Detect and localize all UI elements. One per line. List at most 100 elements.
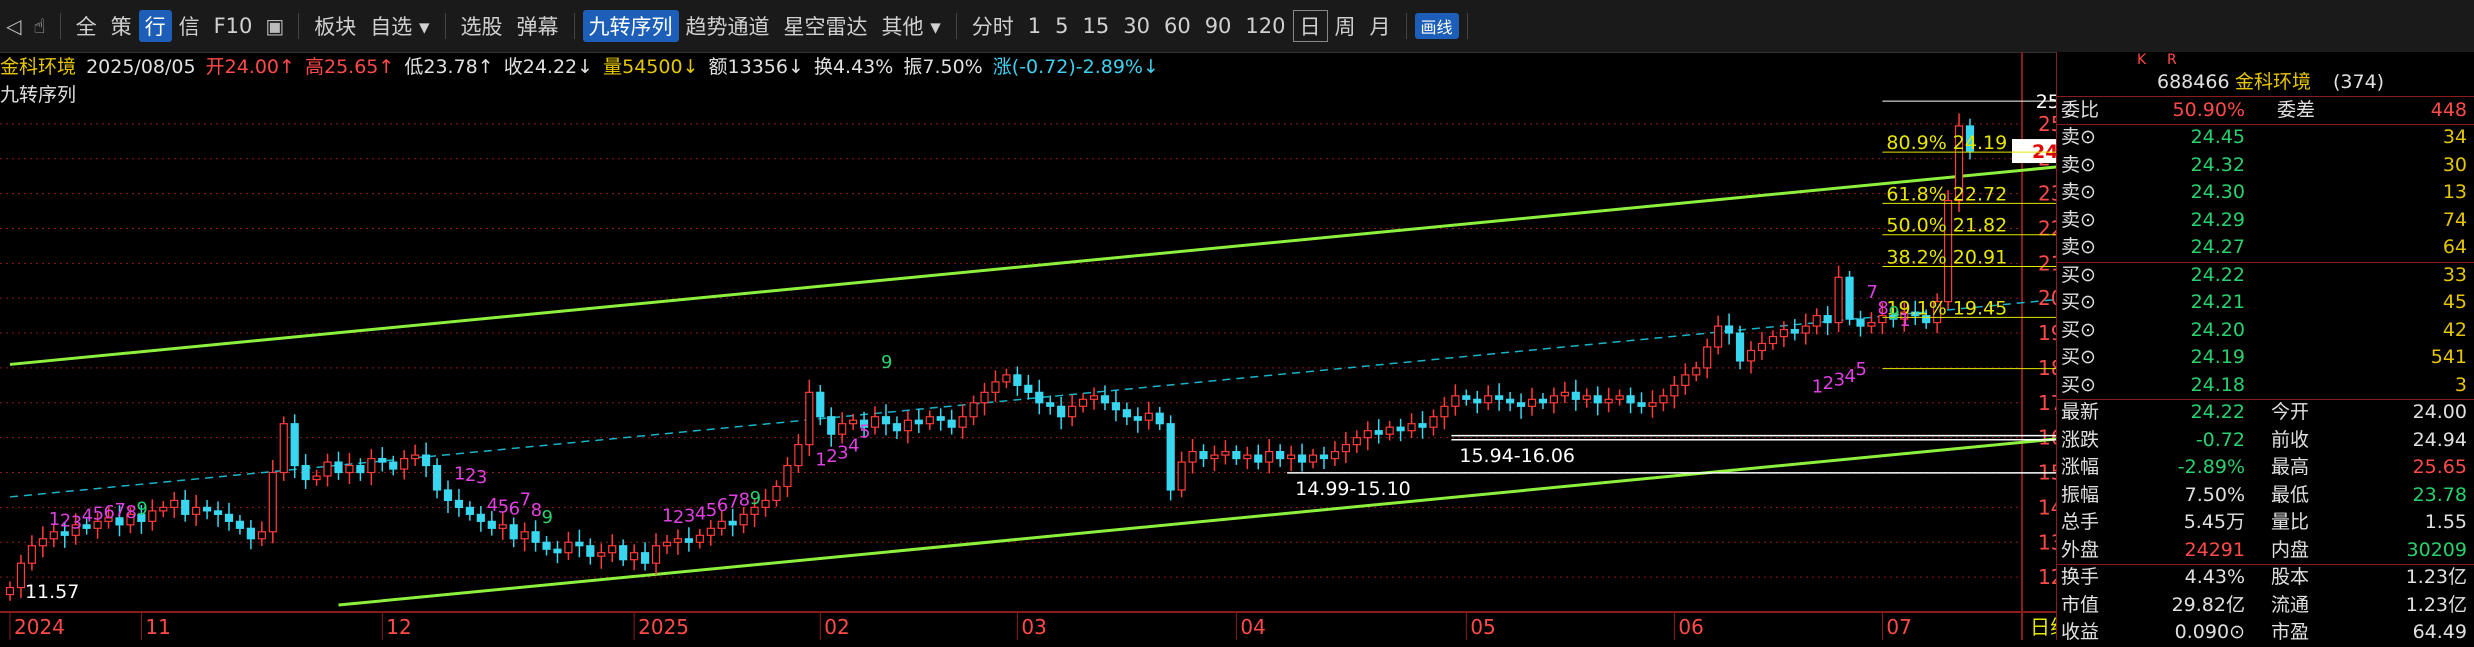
toolbar-button[interactable]: 其他 ▾ bbox=[875, 11, 948, 41]
candle-body bbox=[1396, 426, 1405, 432]
window-icon[interactable]: ▣ bbox=[259, 14, 290, 38]
nine-sequence-mark: 3 bbox=[476, 467, 487, 488]
candle-body bbox=[1144, 412, 1153, 421]
candle-body bbox=[1527, 398, 1537, 407]
y-tick-label: 22.00 bbox=[2038, 216, 2056, 240]
kline-chart[interactable]: 25.0024.0023.0022.0021.0020.0019.0018.00… bbox=[0, 52, 2056, 640]
nine-sequence-mark: 2 bbox=[60, 511, 71, 532]
toolbar-button[interactable]: 画线 bbox=[1414, 13, 1459, 39]
toolbar-button[interactable]: 30 bbox=[1116, 14, 1157, 38]
candle-body bbox=[1703, 346, 1712, 369]
toolbar-button[interactable]: 60 bbox=[1157, 14, 1198, 38]
hand-icon[interactable]: ☝ bbox=[27, 14, 51, 38]
candle-body bbox=[640, 552, 650, 564]
toolbar-button[interactable]: 90 bbox=[1198, 14, 1239, 38]
toolbar-button[interactable]: 分时 bbox=[965, 11, 1021, 41]
candle-body bbox=[1768, 335, 1778, 345]
toolbar-button[interactable]: 选股 bbox=[454, 11, 510, 41]
channel-mid-line bbox=[9, 298, 2056, 498]
nine-sequence-mark: 4 bbox=[487, 495, 498, 516]
nine-sequence-mark: 1 bbox=[49, 509, 60, 530]
toolbar-button[interactable]: 5 bbox=[1048, 14, 1075, 38]
chart-svg[interactable]: 25.0024.0023.0022.0021.0020.0019.0018.00… bbox=[0, 52, 2056, 640]
stat-row: 涨幅 -2.89% 最高 25.65 bbox=[2057, 454, 2474, 482]
panel-title-row: 688466 金科环境 (374) bbox=[2057, 68, 2474, 96]
candle-body bbox=[849, 419, 858, 425]
candle-body bbox=[60, 531, 69, 536]
stat-value: 24.00 bbox=[2412, 401, 2467, 423]
x-tick-label: 11 bbox=[145, 615, 170, 639]
toolbar-button[interactable]: 120 bbox=[1238, 14, 1292, 38]
toolbar-button[interactable]: 信 bbox=[172, 11, 207, 41]
candle-body bbox=[1790, 328, 1799, 334]
candle-body bbox=[1363, 430, 1372, 439]
toolbar-button[interactable]: 自选 ▾ bbox=[363, 11, 436, 41]
nine-sequence-mark: 5 bbox=[706, 500, 717, 521]
nine-sequence-mark: 8 bbox=[125, 502, 136, 523]
toolbar-button[interactable]: 弹幕 bbox=[510, 11, 566, 41]
bid-volume: 45 bbox=[2442, 291, 2467, 313]
y-tick-label: 12.00 bbox=[2038, 565, 2056, 589]
nine-sequence-mark: 7 bbox=[520, 490, 531, 511]
candle-body bbox=[246, 527, 255, 540]
stat-row: 最新 24.22 今开 24.00 bbox=[2057, 399, 2474, 427]
nine-sequence-mark: 5 bbox=[859, 422, 870, 443]
toolbar-button[interactable]: 日 bbox=[1292, 10, 1328, 42]
candle-body bbox=[1276, 451, 1285, 460]
stat-label: 涨跌 bbox=[2061, 428, 2100, 451]
y-tick-label: 18.00 bbox=[2038, 356, 2056, 380]
candle-body bbox=[608, 545, 617, 554]
candle-body bbox=[301, 464, 310, 481]
candle-body bbox=[1057, 405, 1066, 418]
candle-body bbox=[5, 586, 15, 596]
candle-body bbox=[564, 541, 573, 554]
candle-body bbox=[356, 464, 365, 474]
candle-body bbox=[1823, 315, 1832, 324]
toolbar-button[interactable]: 周 bbox=[1328, 11, 1363, 41]
candle-body bbox=[1615, 395, 1624, 400]
candle-body bbox=[1002, 374, 1011, 383]
candle-body bbox=[1297, 454, 1307, 463]
toolbar-button[interactable]: 策 bbox=[104, 11, 139, 41]
stat-label: 流通 bbox=[2271, 593, 2310, 616]
x-tick-label: 02 bbox=[824, 615, 849, 639]
candle-body bbox=[38, 538, 47, 547]
bid-label: 买⊙ bbox=[2061, 373, 2096, 396]
bid-row: 买⊙ 24.22 33 bbox=[2057, 262, 2474, 290]
toolbar-button[interactable]: 板块 bbox=[307, 11, 363, 41]
toolbar-button[interactable]: F10 bbox=[207, 14, 260, 38]
stat-value: 1.23亿 bbox=[2405, 593, 2467, 616]
stat-value: 23.78 bbox=[2412, 483, 2467, 506]
ask-label: 卖⊙ bbox=[2061, 236, 2096, 258]
candle-body bbox=[936, 416, 945, 421]
candle-body bbox=[531, 531, 540, 543]
candle-body bbox=[838, 423, 847, 435]
toolbar-button[interactable]: 月 bbox=[1363, 11, 1398, 41]
candle-body bbox=[498, 524, 507, 529]
stat-label: 市盈 bbox=[2271, 621, 2310, 643]
candle-body bbox=[553, 548, 562, 554]
candle-body bbox=[1122, 409, 1131, 418]
candle-body bbox=[400, 457, 409, 470]
back-icon[interactable]: ◁ bbox=[0, 14, 27, 38]
price-annotation: 14.99-15.10 bbox=[1295, 478, 1411, 500]
ask-volume: 30 bbox=[2442, 153, 2467, 176]
toolbar-button[interactable]: 行 bbox=[138, 10, 172, 42]
weibi-value: 50.90% bbox=[2172, 99, 2245, 121]
stat-value: -2.89% bbox=[2177, 456, 2245, 478]
candle-body bbox=[586, 545, 595, 557]
rank: (374) bbox=[2333, 71, 2385, 93]
toolbar-button[interactable]: 1 bbox=[1021, 14, 1048, 38]
toolbar-button[interactable]: 全 bbox=[69, 11, 104, 41]
ask-price: 24.32 bbox=[2190, 153, 2245, 176]
candle-body bbox=[1068, 405, 1077, 418]
fib-level-label: 38.2% 20.91 bbox=[1886, 246, 2007, 268]
toolbar-button[interactable]: 趋势通道 bbox=[679, 11, 777, 41]
ask-price: 24.45 bbox=[2190, 126, 2245, 148]
toolbar-button[interactable]: 15 bbox=[1075, 14, 1116, 38]
toolbar-button[interactable]: 九转序列 bbox=[582, 10, 679, 42]
candle-body bbox=[224, 513, 234, 522]
panel-top-bar: KR bbox=[2057, 52, 2474, 68]
toolbar-button[interactable]: 星空雷达 bbox=[777, 11, 875, 41]
candle-body bbox=[1024, 384, 1033, 393]
